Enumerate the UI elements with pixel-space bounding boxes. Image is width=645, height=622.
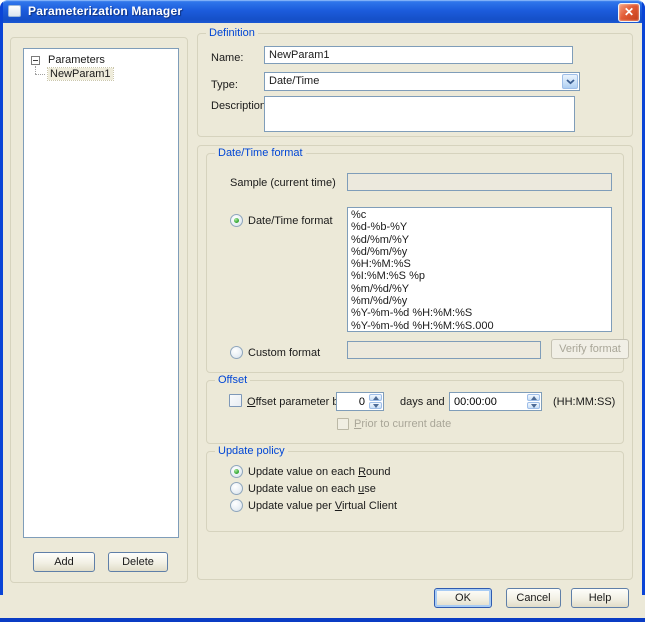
datetime-format-radio-label: Date/Time format — [248, 215, 333, 227]
time-spinner — [449, 392, 542, 411]
custom-format-radio-label: Custom format — [248, 347, 321, 359]
offset-checkbox[interactable] — [229, 394, 242, 407]
description-label: Description — [211, 100, 267, 112]
spin-down-icon — [530, 403, 537, 408]
add-button[interactable]: Add — [33, 552, 95, 572]
prior-checkbox — [337, 418, 349, 430]
tree-connector — [35, 66, 36, 74]
update-each-round-label: Update value on each Round — [248, 466, 391, 478]
days-spin-up-button[interactable] — [369, 394, 382, 401]
days-spinner — [336, 392, 384, 411]
update-each-round-radio[interactable] — [230, 465, 243, 478]
time-spin-down-button[interactable] — [527, 402, 540, 409]
days-and-label: days and — [400, 396, 445, 408]
offset-caption: Offset — [215, 373, 251, 387]
definition-caption: Definition — [206, 26, 258, 40]
offset-group: Offset Offset parameter by days and (HH:… — [206, 373, 624, 444]
update-each-use-radio[interactable] — [230, 482, 243, 495]
prior-checkbox-label: Prior to current date — [354, 418, 452, 430]
parameterization-manager-dialog: Parameterization Manager ✕ Parameters Ne… — [0, 0, 645, 622]
spin-up-icon — [372, 395, 379, 400]
window-icon — [8, 5, 21, 17]
tree-connector — [35, 74, 45, 75]
spin-up-icon — [530, 395, 537, 400]
collapse-icon[interactable] — [31, 56, 40, 65]
time-spin-up-button[interactable] — [527, 394, 540, 401]
name-label: Name: — [211, 52, 244, 64]
left-panel: Parameters NewParam1 Add Delete — [10, 37, 188, 583]
update-each-use-label: Update value on each use — [248, 483, 376, 495]
cancel-button[interactable]: Cancel — [506, 588, 561, 608]
days-input[interactable] — [338, 394, 368, 409]
help-button[interactable]: Help — [571, 588, 629, 608]
format-list-item[interactable]: %d/%m/%Y — [348, 234, 611, 246]
window-border-bottom — [0, 618, 645, 622]
delete-button[interactable]: Delete — [108, 552, 168, 572]
update-policy-caption: Update policy — [215, 444, 288, 458]
format-list-item[interactable]: %c — [348, 209, 611, 221]
datetime-format-group: Date/Time format Sample (current time) D… — [206, 146, 629, 373]
close-icon: ✕ — [623, 5, 635, 19]
update-per-vc-label: Update value per Virtual Client — [248, 500, 398, 512]
ok-button[interactable]: OK — [434, 588, 492, 608]
sample-label: Sample (current time) — [230, 177, 336, 189]
format-list-item[interactable]: %m/%d/%y — [348, 295, 611, 307]
window-title: Parameterization Manager — [28, 4, 183, 18]
custom-format-input — [347, 341, 541, 359]
name-input[interactable] — [264, 46, 573, 64]
chevron-down-icon — [565, 78, 575, 84]
tree-item-parameters[interactable]: Parameters — [48, 53, 105, 67]
format-list-item[interactable]: %I:%M:%S %p — [348, 270, 611, 282]
update-policy-group: Update policy Update value on each Round… — [206, 444, 624, 532]
combo-arrow-button[interactable] — [562, 74, 578, 89]
type-label: Type: — [211, 79, 238, 91]
days-spin-down-button[interactable] — [369, 402, 382, 409]
definition-group: Definition Name: Type: Date/Time Descrip… — [197, 26, 633, 137]
titlebar[interactable]: Parameterization Manager ✕ — [0, 0, 645, 23]
description-textarea[interactable] — [264, 96, 575, 132]
datetime-outer-panel: Date/Time format Sample (current time) D… — [197, 145, 633, 580]
type-selected-value: Date/Time — [269, 75, 320, 87]
custom-format-radio[interactable] — [230, 346, 243, 359]
hhmmss-label: (HH:MM:SS) — [553, 396, 616, 408]
window-border-left — [0, 0, 3, 595]
close-button[interactable]: ✕ — [618, 3, 640, 22]
type-select[interactable]: Date/Time — [264, 72, 580, 91]
format-list-item[interactable]: %d-%b-%Y — [348, 221, 611, 233]
parameters-tree: Parameters NewParam1 — [23, 48, 179, 538]
offset-checkbox-label: Offset parameter by — [247, 396, 345, 408]
datetime-format-caption: Date/Time format — [215, 146, 306, 160]
spin-down-icon — [372, 403, 379, 408]
sample-field — [347, 173, 612, 191]
verify-format-button: Verify format — [551, 339, 629, 359]
update-per-vc-radio[interactable] — [230, 499, 243, 512]
format-list-item[interactable]: %Y-%m-%d %H:%M:%S.000 — [348, 320, 611, 331]
format-list-item[interactable]: %Y-%m-%d %H:%M:%S — [348, 307, 611, 319]
time-input[interactable] — [451, 394, 526, 409]
format-list-item[interactable]: %m/%d/%Y — [348, 283, 611, 295]
format-listbox[interactable]: %c %d-%b-%Y %d/%m/%Y %d/%m/%y %H:%M:%S %… — [347, 207, 612, 332]
format-list-item[interactable]: %H:%M:%S — [348, 258, 611, 270]
datetime-format-radio[interactable] — [230, 214, 243, 227]
tree-item-newparam1[interactable]: NewParam1 — [47, 67, 114, 81]
format-list-item[interactable]: %d/%m/%y — [348, 246, 611, 258]
